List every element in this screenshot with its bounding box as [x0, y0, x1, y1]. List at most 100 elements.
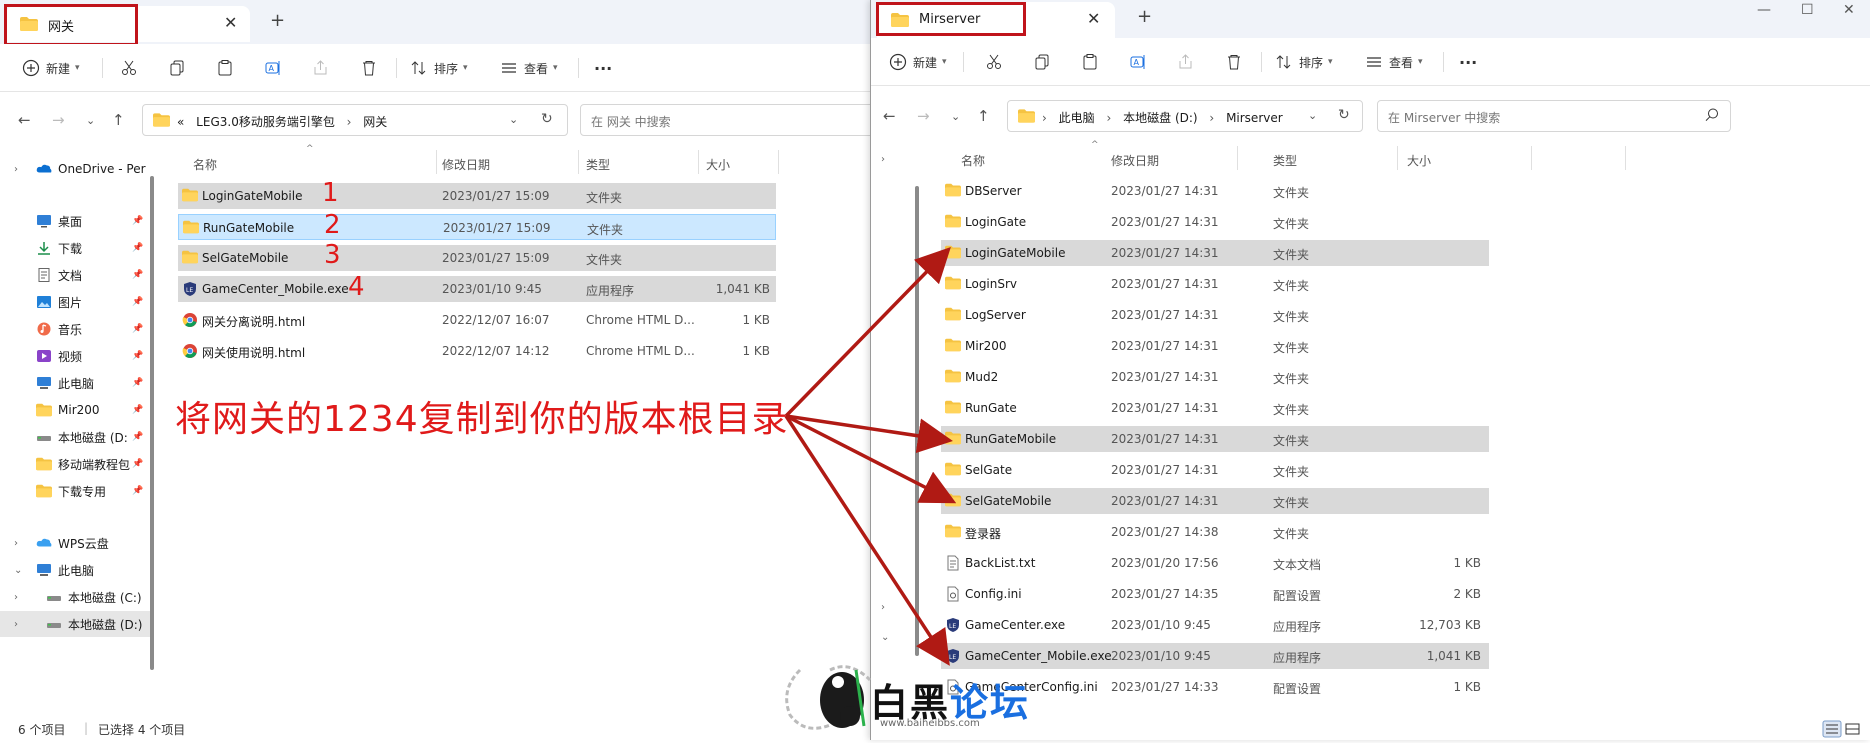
- sort-button[interactable]: 排序 ▾: [410, 57, 468, 79]
- nav-item[interactable]: › 本地磁盘 (D:): [0, 611, 150, 637]
- nav-item[interactable]: › OneDrive - Per: [0, 156, 150, 182]
- pin-icon[interactable]: 📌: [132, 216, 143, 226]
- column-header-date[interactable]: 修改日期: [442, 156, 490, 173]
- column-header-size[interactable]: 大小: [706, 156, 730, 173]
- pin-icon[interactable]: 📌: [132, 351, 143, 361]
- nav-item[interactable]: 此电脑 📌: [0, 370, 150, 396]
- file-row[interactable]: LogServer 2023/01/27 14:31 文件夹: [941, 302, 1489, 328]
- pin-icon[interactable]: 📌: [132, 270, 143, 280]
- nav-item[interactable]: 下载 📌: [0, 235, 150, 261]
- nav-item[interactable]: 文档 📌: [0, 262, 150, 288]
- refresh-icon[interactable]: ↻: [541, 111, 553, 127]
- chevron-right-icon[interactable]: ›: [14, 538, 18, 549]
- file-row[interactable]: 网关使用说明.html 2022/12/07 14:12 Chrome HTML D…: [178, 338, 776, 364]
- forward-arrow-icon[interactable]: →: [52, 111, 65, 129]
- file-row[interactable]: SelGateMobile 2023/01/27 14:31 文件夹: [941, 488, 1489, 514]
- nav-item[interactable]: 本地磁盘 (D: 📌: [0, 424, 150, 450]
- file-row[interactable]: RunGate 2023/01/27 14:31 文件夹: [941, 395, 1489, 421]
- pin-icon[interactable]: 📌: [132, 432, 143, 442]
- chevron-down-icon[interactable]: ⌄: [14, 565, 22, 576]
- nav-item[interactable]: 移动端教程包 📌: [0, 451, 150, 477]
- column-header-size[interactable]: 大小: [1407, 152, 1431, 169]
- nav-item[interactable]: Mir200 📌: [0, 397, 150, 423]
- chevron-right-icon[interactable]: ›: [881, 154, 885, 165]
- nav-item[interactable]: › WPS云盘: [0, 530, 150, 556]
- column-header-date[interactable]: 修改日期: [1111, 152, 1159, 169]
- nav-item[interactable]: 桌面 📌: [0, 208, 150, 234]
- breadcrumb-item[interactable]: Mirserver: [1226, 111, 1283, 125]
- copy-button[interactable]: [1033, 51, 1051, 73]
- address-bar[interactable]: › 此电脑 › 本地磁盘 (D:) › Mirserver ⌄ ↻: [1007, 100, 1363, 132]
- nav-item[interactable]: 视频 📌: [0, 343, 150, 369]
- cut-button[interactable]: [120, 57, 138, 79]
- new-button[interactable]: 新建 ▾: [889, 51, 947, 73]
- new-button[interactable]: 新建 ▾: [22, 57, 80, 79]
- file-row[interactable]: BackList.txt 2023/01/20 17:56 文本文档 1 KB: [941, 550, 1489, 576]
- maximize-icon[interactable]: ☐: [1801, 2, 1814, 18]
- copy-button[interactable]: [168, 57, 186, 79]
- minimize-icon[interactable]: —: [1757, 2, 1771, 18]
- sort-button[interactable]: 排序 ▾: [1275, 51, 1333, 73]
- chevron-right-icon[interactable]: ›: [14, 592, 18, 603]
- file-row[interactable]: LE GameCenter_Mobile.exe 2023/01/10 9:45 应用…: [178, 276, 776, 302]
- nav-item[interactable]: 音乐 📌: [0, 316, 150, 342]
- file-row[interactable]: LoginGate 2023/01/27 14:31 文件夹: [941, 209, 1489, 235]
- column-header-type[interactable]: 类型: [1273, 152, 1297, 169]
- search-input[interactable]: 在 网关 中搜索: [580, 104, 870, 136]
- more-options-button[interactable]: ···: [594, 57, 612, 79]
- breadcrumb-item[interactable]: 网关: [363, 115, 387, 129]
- paste-button[interactable]: [1081, 51, 1099, 73]
- rename-button[interactable]: A: [264, 57, 282, 79]
- pin-icon[interactable]: 📌: [132, 459, 143, 469]
- up-arrow-icon[interactable]: ↑: [977, 107, 990, 125]
- chevron-right-icon[interactable]: ›: [881, 602, 885, 613]
- rename-button[interactable]: A: [1129, 51, 1147, 73]
- back-arrow-icon[interactable]: ←: [883, 107, 896, 125]
- chevron-right-icon[interactable]: ›: [14, 164, 18, 175]
- column-header-name[interactable]: 名称: [193, 156, 217, 173]
- view-button[interactable]: 查看 ▾: [1365, 51, 1423, 73]
- breadcrumb-item[interactable]: LEG3.0移动服务端引擎包: [196, 115, 335, 129]
- paste-button[interactable]: [216, 57, 234, 79]
- new-tab-button[interactable]: +: [270, 10, 285, 31]
- nav-scrollbar[interactable]: [150, 176, 154, 670]
- cut-button[interactable]: [985, 51, 1003, 73]
- nav-scrollbar[interactable]: [915, 186, 919, 656]
- close-window-icon[interactable]: ✕: [1843, 2, 1855, 18]
- nav-item[interactable]: 下载专用 📌: [0, 478, 150, 504]
- nav-item[interactable]: › 本地磁盘 (C:): [0, 584, 150, 610]
- up-arrow-icon[interactable]: ↑: [112, 111, 125, 129]
- share-button[interactable]: [312, 57, 330, 79]
- pin-icon[interactable]: 📌: [132, 243, 143, 253]
- pin-icon[interactable]: 📌: [132, 297, 143, 307]
- file-row[interactable]: Mud2 2023/01/27 14:31 文件夹: [941, 364, 1489, 390]
- file-row[interactable]: SelGateMobile 2023/01/27 15:09 文件夹: [178, 245, 776, 271]
- delete-button[interactable]: [1225, 51, 1243, 73]
- file-row[interactable]: SelGate 2023/01/27 14:31 文件夹: [941, 457, 1489, 483]
- column-header-type[interactable]: 类型: [586, 156, 610, 173]
- details-view-icon[interactable]: [1822, 720, 1862, 738]
- close-tab-icon[interactable]: ✕: [224, 13, 237, 32]
- nav-item[interactable]: ⌄ 此电脑: [0, 557, 150, 583]
- address-bar[interactable]: « LEG3.0移动服务端引擎包 › 网关 ⌄ ↻: [142, 104, 568, 136]
- file-row[interactable]: Config.ini 2023/01/27 14:35 配置设置 2 KB: [941, 581, 1489, 607]
- more-options-button[interactable]: ···: [1459, 51, 1477, 73]
- back-arrow-icon[interactable]: ←: [18, 111, 31, 129]
- file-row[interactable]: LoginGateMobile 2023/01/27 15:09 文件夹: [178, 183, 776, 209]
- refresh-icon[interactable]: ↻: [1338, 107, 1350, 123]
- chevron-down-icon[interactable]: ⌄: [509, 113, 518, 126]
- nav-item[interactable]: 图片 📌: [0, 289, 150, 315]
- view-button[interactable]: 查看 ▾: [500, 57, 558, 79]
- file-row[interactable]: 网关分离说明.html 2022/12/07 16:07 Chrome HTML D…: [178, 307, 776, 333]
- forward-arrow-icon[interactable]: →: [917, 107, 930, 125]
- file-row[interactable]: LoginSrv 2023/01/27 14:31 文件夹: [941, 271, 1489, 297]
- file-row[interactable]: RunGateMobile 2023/01/27 14:31 文件夹: [941, 426, 1489, 452]
- file-row[interactable]: DBServer 2023/01/27 14:31 文件夹: [941, 178, 1489, 204]
- file-row[interactable]: LoginGateMobile 2023/01/27 14:31 文件夹: [941, 240, 1489, 266]
- delete-button[interactable]: [360, 57, 378, 79]
- breadcrumb-item[interactable]: 本地磁盘 (D:): [1123, 111, 1197, 125]
- close-tab-icon[interactable]: ✕: [1087, 9, 1100, 28]
- recent-chevron-icon[interactable]: ⌄: [86, 114, 95, 127]
- pin-icon[interactable]: 📌: [132, 378, 143, 388]
- file-row[interactable]: RunGateMobile 2023/01/27 15:09 文件夹: [178, 214, 776, 240]
